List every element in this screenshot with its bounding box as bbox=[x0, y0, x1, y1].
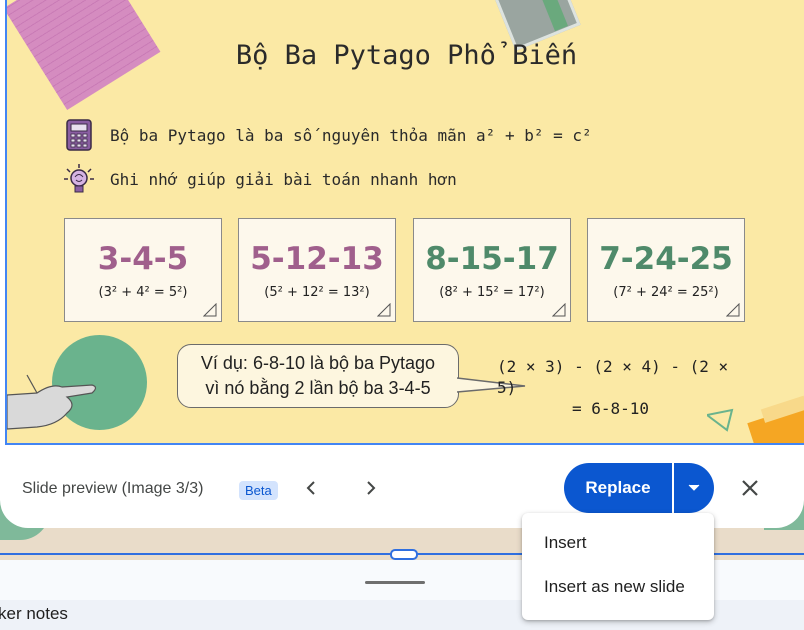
page-fold-icon bbox=[552, 303, 566, 317]
bullet-tip-text: Ghi nhớ giúp giải bài toán nhanh hơn bbox=[110, 169, 457, 189]
triple-card-4: 7-24-25 (7² + 24² = 25²) bbox=[587, 213, 752, 322]
bullet-definition-text: Bộ ba Pytago là ba số nguyên thỏa mãn a²… bbox=[110, 125, 592, 145]
beta-badge: Beta bbox=[239, 481, 278, 500]
example-line-1: Ví dụ: 6-8-10 là bộ ba Pytago bbox=[200, 353, 436, 373]
page-fold-icon bbox=[203, 303, 217, 317]
chevron-right-icon bbox=[367, 481, 376, 495]
replace-options-menu: Insert Insert as new slide bbox=[522, 513, 714, 620]
triple-card-value: 5-12-13 bbox=[250, 241, 384, 277]
triple-card-value: 7-24-25 bbox=[599, 241, 733, 277]
triple-card-formula: (3² + 4² = 5²) bbox=[98, 285, 188, 300]
example-speech-bubble: Ví dụ: 6-8-10 là bộ ba Pytago vì nó bằng… bbox=[177, 344, 459, 408]
close-icon bbox=[742, 480, 758, 496]
slide-title: Bộ Ba Pytago Phổ Biến bbox=[235, 40, 578, 71]
triple-card-formula: (8² + 15² = 17²) bbox=[439, 285, 545, 300]
menu-item-insert-as-new-slide[interactable]: Insert as new slide bbox=[522, 565, 714, 609]
triple-card-3: 8-15-17 (8² + 15² = 17²) bbox=[413, 213, 578, 322]
notes-drag-handle[interactable] bbox=[365, 581, 425, 584]
bullet-definition: Bộ ba Pytago là ba số nguyên thỏa mãn a²… bbox=[62, 118, 592, 152]
previous-image-button[interactable] bbox=[295, 472, 327, 504]
chevron-left-icon bbox=[306, 481, 315, 495]
example-line-2: vì nó bằng 2 lần bộ ba 3-4-5 bbox=[205, 378, 431, 398]
bullet-tip: Ghi nhớ giúp giải bài toán nhanh hơn bbox=[62, 162, 457, 196]
triple-card-1: 3-4-5 (3² + 4² = 5²) bbox=[64, 213, 229, 322]
next-image-button[interactable] bbox=[355, 472, 387, 504]
slide-preview-label: Slide preview (Image 3/3) bbox=[22, 480, 204, 497]
page-fold-icon bbox=[726, 303, 740, 317]
slide-preview-image: Bộ Ba Pytago Phổ Biến Bộ ba Pytago là ba… bbox=[5, 0, 804, 445]
close-preview-button[interactable] bbox=[732, 470, 768, 506]
triple-card-value: 8-15-17 bbox=[425, 241, 559, 277]
triple-card-2: 5-12-13 (5² + 12² = 13²) bbox=[238, 213, 403, 322]
triple-card-formula: (5² + 12² = 13²) bbox=[264, 285, 370, 300]
replace-button-label: Replace bbox=[585, 478, 651, 497]
calculator-icon bbox=[62, 118, 96, 152]
lightbulb-brain-icon bbox=[62, 162, 96, 196]
page-fold-icon bbox=[377, 303, 391, 317]
books-decoration bbox=[707, 395, 804, 443]
triple-card-value: 3-4-5 bbox=[97, 241, 189, 277]
caret-down-icon bbox=[688, 484, 700, 491]
speaker-notes-label: ker notes bbox=[0, 604, 68, 623]
slide-preview-panel: Bộ Ba Pytago Phổ Biến Bộ ba Pytago là ba… bbox=[0, 0, 804, 528]
replace-button[interactable]: Replace bbox=[564, 463, 672, 513]
root: ker notes Bộ Ba Pytago Phổ Biến Bộ ba Py… bbox=[0, 0, 804, 630]
pointing-hand-icon bbox=[7, 374, 97, 430]
replace-options-dropdown-button[interactable] bbox=[674, 463, 714, 513]
menu-item-insert[interactable]: Insert bbox=[522, 521, 714, 565]
triple-card-formula: (7² + 24² = 25²) bbox=[613, 285, 719, 300]
slide-resize-handle[interactable] bbox=[390, 549, 418, 560]
calculation-line-1: (2 × 3) - (2 × 4) - (2 × 5) bbox=[497, 357, 729, 397]
